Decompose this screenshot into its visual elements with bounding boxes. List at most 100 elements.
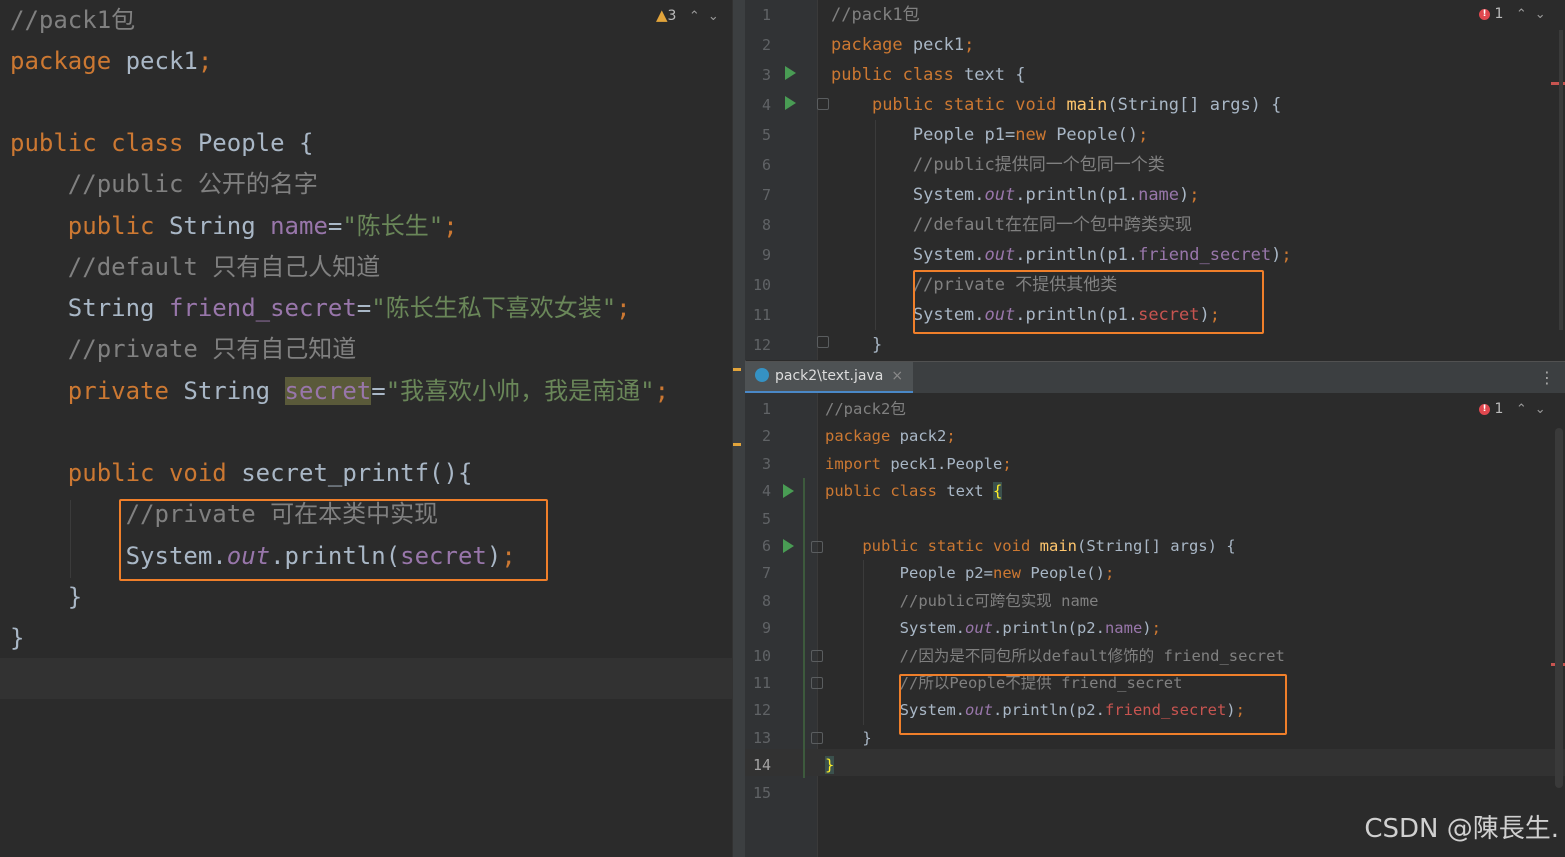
- code-line-2[interactable]: package peck1;: [831, 30, 974, 60]
- line-number: 1: [761, 400, 771, 418]
- editor-tab-bar[interactable]: pack2\text.java × ⋮: [745, 361, 1565, 394]
- code-line-3[interactable]: public class text {: [831, 60, 1025, 90]
- code-line-1[interactable]: //pack2包: [825, 396, 906, 423]
- line-number: 11: [752, 306, 771, 324]
- run-icon[interactable]: [785, 96, 796, 110]
- warning-marker[interactable]: [733, 443, 741, 446]
- editor-splitter[interactable]: [732, 0, 746, 857]
- error-count: 1: [1494, 6, 1504, 22]
- code-line-4[interactable]: public class text {: [825, 478, 1003, 505]
- run-icon[interactable]: [783, 539, 794, 553]
- line-number: 12: [752, 701, 771, 719]
- line-number: 13: [752, 729, 771, 747]
- code-line-10[interactable]: //因为是不同包所以default修饰的 friend_secret: [825, 643, 1285, 670]
- tab-pack2-text-java[interactable]: pack2\text.java ×: [745, 362, 914, 394]
- code-line-10[interactable]: private String secret="我喜欢小帅，我是南通";: [10, 371, 669, 412]
- code-line-5[interactable]: //public 公开的名字: [10, 164, 318, 205]
- fold-icon[interactable]: [811, 732, 823, 744]
- run-icon[interactable]: [785, 66, 796, 80]
- line-number: 11: [752, 674, 771, 692]
- code-line-3[interactable]: import peck1.People;: [825, 451, 1012, 478]
- code-line-6[interactable]: //public提供同一个包同一个类: [831, 150, 1165, 180]
- line-number: 3: [761, 66, 771, 84]
- run-icon[interactable]: [783, 484, 794, 498]
- fold-icon[interactable]: [811, 541, 823, 553]
- code-line-8[interactable]: //default在在同一个包中跨类实现: [831, 210, 1192, 240]
- code-line-16[interactable]: }: [10, 618, 24, 659]
- bottom-right-editor[interactable]: 1 2 3 4 5 6 7 8 9 10 11 12 13 14 15 ! 1 …: [745, 393, 1565, 857]
- line-number: 15: [752, 784, 771, 802]
- inspection-widget[interactable]: ! 1 ⌃ ⌄: [1479, 6, 1546, 22]
- warning-count: 3: [667, 8, 677, 24]
- line-number: 14: [752, 756, 771, 774]
- chevron-up-icon[interactable]: ⌃: [1516, 402, 1527, 417]
- change-marker: [803, 478, 805, 778]
- chevron-up-icon[interactable]: ⌃: [1516, 7, 1527, 22]
- line-number: 4: [761, 482, 771, 500]
- code-line-8[interactable]: String friend_secret="陈长生私下喜欢女装";: [10, 288, 631, 329]
- current-line-highlight: [745, 749, 1565, 776]
- code-line-2[interactable]: package peck1;: [10, 41, 212, 82]
- code-line-5[interactable]: People p1=new People();: [831, 120, 1148, 150]
- left-editor[interactable]: ▲3 ⌃ ⌄ //pack1包 package peck1; public cla…: [0, 0, 732, 857]
- code-line-6[interactable]: public static void main(String[] args) {: [825, 533, 1235, 560]
- highlight-box: [119, 499, 548, 581]
- chevron-down-icon[interactable]: ⌄: [1535, 7, 1546, 22]
- inspection-widget[interactable]: ▲3 ⌃ ⌄: [656, 6, 719, 24]
- code-line-8[interactable]: //public可跨包实现 name: [825, 588, 1099, 615]
- close-icon[interactable]: ×: [891, 368, 903, 384]
- java-class-icon: [755, 368, 769, 382]
- line-number: 1: [761, 6, 771, 24]
- highlight-box: [899, 674, 1287, 735]
- inspection-widget[interactable]: ! 1 ⌃ ⌄: [1479, 401, 1546, 417]
- line-number: 9: [761, 246, 771, 264]
- code-line-7[interactable]: People p2=new People();: [825, 560, 1115, 587]
- tab-label: pack2\text.java: [775, 368, 884, 384]
- line-number: 5: [761, 510, 771, 528]
- code-line-13[interactable]: }: [825, 725, 871, 752]
- code-line-9[interactable]: System.out.println(p1.friend_secret);: [831, 240, 1292, 270]
- line-number: 6: [761, 537, 771, 555]
- line-number: 3: [761, 455, 771, 473]
- code-line-9[interactable]: System.out.println(p2.name);: [825, 615, 1161, 642]
- code-line-14[interactable]: }: [825, 752, 835, 779]
- more-icon[interactable]: ⋮: [1539, 368, 1555, 387]
- line-number: 7: [761, 564, 771, 582]
- chevron-up-icon[interactable]: ⌃: [689, 9, 700, 24]
- fold-icon[interactable]: [811, 677, 823, 689]
- code-line-12[interactable]: public void secret_printf(){: [10, 453, 473, 494]
- chevron-down-icon[interactable]: ⌄: [708, 9, 719, 24]
- code-line-7[interactable]: //default 只有自己人知道: [10, 247, 381, 288]
- warning-marker[interactable]: [733, 368, 741, 371]
- code-line-7[interactable]: System.out.println(p1.name);: [831, 180, 1200, 210]
- code-line-1[interactable]: //pack1包: [10, 0, 135, 41]
- line-number: 2: [761, 36, 771, 54]
- code-line-15[interactable]: }: [10, 577, 82, 618]
- chevron-down-icon[interactable]: ⌄: [1535, 402, 1546, 417]
- warning-icon: ▲: [656, 6, 668, 24]
- current-line-highlight: [0, 658, 732, 699]
- code-line-12[interactable]: }: [831, 330, 882, 360]
- code-line-1[interactable]: //pack1包: [831, 0, 920, 30]
- scrollbar[interactable]: [1555, 428, 1563, 788]
- line-number: 4: [761, 96, 771, 114]
- code-line-2[interactable]: package pack2;: [825, 423, 956, 450]
- line-number: 12: [752, 336, 771, 354]
- line-number: 5: [761, 126, 771, 144]
- line-number: 8: [761, 216, 771, 234]
- fold-icon[interactable]: [811, 650, 823, 662]
- watermark: CSDN @陳長生.: [1364, 814, 1559, 844]
- error-icon: !: [1479, 8, 1490, 20]
- code-line-9[interactable]: //private 只有自己知道: [10, 329, 357, 370]
- line-number: 10: [752, 647, 771, 665]
- code-line-6[interactable]: public String name="陈长生";: [10, 206, 458, 247]
- line-number: 2: [761, 427, 771, 445]
- top-right-editor[interactable]: 1 2 3 4 5 6 7 8 9 10 11 12 ! 1 ⌃ ⌄ //pack…: [745, 0, 1565, 360]
- code-line-4[interactable]: public static void main(String[] args) {: [831, 90, 1281, 120]
- scrollbar[interactable]: [1559, 30, 1563, 330]
- line-number: 6: [761, 156, 771, 174]
- line-number: 10: [752, 276, 771, 294]
- fold-icon[interactable]: [817, 98, 829, 110]
- fold-icon[interactable]: [817, 336, 829, 348]
- code-line-4[interactable]: public class People {: [10, 123, 313, 164]
